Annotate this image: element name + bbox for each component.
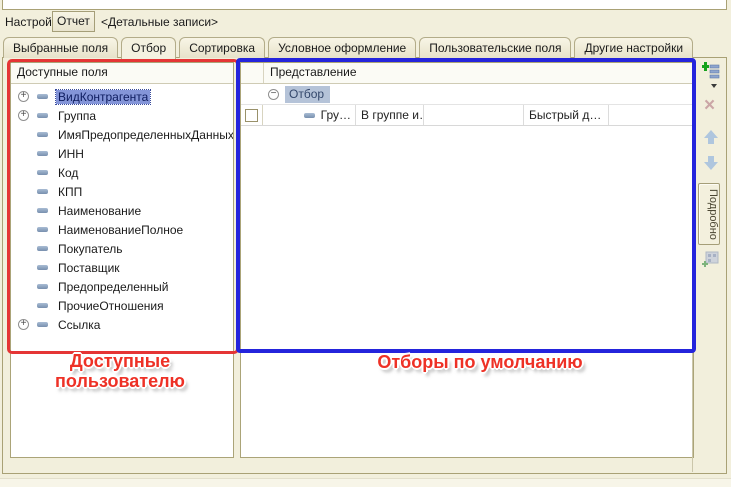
- tab-active[interactable]: Отбор: [121, 37, 176, 61]
- tab[interactable]: Выбранные поля: [3, 37, 118, 58]
- tab[interactable]: Пользовательские поля: [419, 37, 571, 58]
- report-settings-window: Настройки: Отчет <Детальные записи> Выбр…: [0, 0, 731, 487]
- delete-icon[interactable]: ×: [704, 96, 715, 115]
- right-annotation-box: [236, 58, 696, 353]
- detail-toggle-button[interactable]: Подробно: [698, 183, 720, 245]
- tab-bar: Выбранные поляОтборСортировкаУсловное оф…: [3, 37, 693, 58]
- tab[interactable]: Сортировка: [179, 37, 265, 58]
- arrow-up-icon[interactable]: [703, 128, 719, 144]
- left-annotation-box: [7, 59, 239, 354]
- left-annotation-caption: Доступные пользователю: [15, 351, 225, 391]
- grid-add-icon[interactable]: [702, 250, 720, 268]
- right-annotation-caption: Отборы по умолчанию: [285, 352, 675, 372]
- tab[interactable]: Условное оформление: [268, 37, 416, 58]
- window-bottom-strip: [0, 478, 731, 487]
- tab[interactable]: Другие настройки: [574, 37, 693, 58]
- left-annotation-line2: пользователю: [15, 371, 225, 391]
- add-list-item-icon[interactable]: [702, 62, 720, 80]
- report-name: <Детальные записи>: [101, 15, 218, 29]
- report-button[interactable]: Отчет: [52, 11, 95, 32]
- arrow-down-icon[interactable]: [703, 156, 719, 172]
- left-annotation-line1: Доступные: [15, 351, 225, 371]
- upper-field-edge: [2, 0, 727, 10]
- add-dropdown-caret-icon[interactable]: [711, 84, 717, 88]
